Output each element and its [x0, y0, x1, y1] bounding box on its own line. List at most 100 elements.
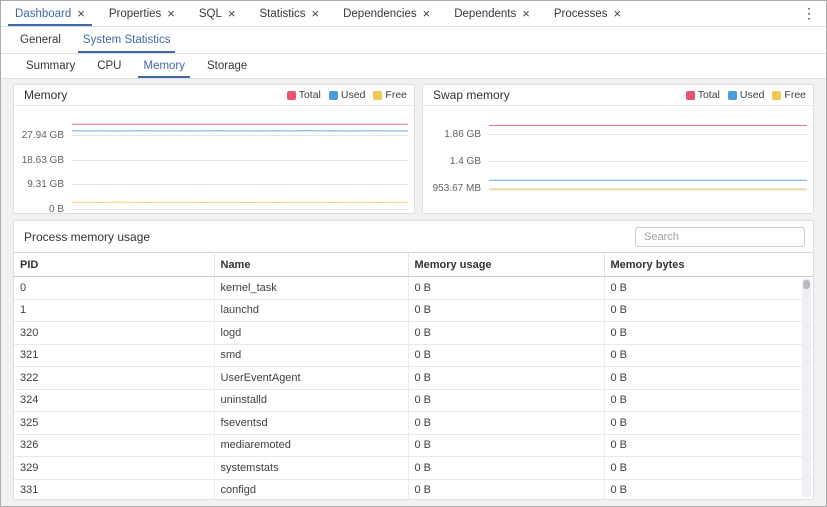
table-cell: 321	[14, 344, 214, 367]
legend-label: Total	[698, 89, 720, 101]
tab-processes[interactable]: Processes×	[542, 1, 633, 26]
tab-system-statistics[interactable]: System Statistics	[72, 27, 182, 53]
dashboard-content: Memory TotalUsedFree 0 B9.31 GB18.63 GB2…	[1, 79, 826, 500]
legend-label: Used	[341, 89, 366, 101]
table-cell: logd	[214, 322, 408, 345]
close-icon[interactable]: ×	[228, 7, 236, 20]
table-row[interactable]: 329systemstats0 B0 B	[14, 457, 813, 480]
table-cell: 0 B	[604, 479, 813, 500]
table-scrollbar[interactable]	[802, 278, 811, 497]
table-cell: uninstalld	[214, 389, 408, 412]
table-cell: 331	[14, 479, 214, 500]
table-row[interactable]: 324uninstalld0 B0 B	[14, 389, 813, 412]
column-header-pid[interactable]: PID	[14, 253, 214, 277]
legend-swatch-icon	[373, 91, 382, 100]
swap-chart-title: Swap memory	[433, 88, 510, 102]
table-cell: 0 B	[604, 434, 813, 457]
table-row[interactable]: 322UserEventAgent0 B0 B	[14, 367, 813, 390]
y-axis-tick-label: 0 B	[14, 205, 64, 215]
table-cell: configd	[214, 479, 408, 500]
memory-chart-legend: Total Used Free	[287, 89, 407, 101]
table-cell: 0 B	[408, 457, 604, 480]
table-cell: smd	[214, 344, 408, 367]
legend-item-used: Used	[728, 89, 765, 101]
table-row[interactable]: 320logd0 B0 B	[14, 322, 813, 345]
legend-swatch-icon	[772, 91, 781, 100]
y-axis-tick-label: 27.94 GB	[14, 131, 64, 141]
table-row[interactable]: 326mediaremoted0 B0 B	[14, 434, 813, 457]
table-cell: 0 B	[408, 344, 604, 367]
tab-label: Dependents	[454, 8, 516, 20]
table-cell: 0 B	[604, 277, 813, 300]
tab-general[interactable]: General	[9, 27, 72, 53]
swap-chart-header: Swap memory Total Used Free	[423, 85, 813, 106]
process-memory-table: PIDNameMemory usageMemory bytes 0kernel_…	[14, 252, 813, 500]
table-cell: 0 B	[604, 322, 813, 345]
search-input[interactable]	[635, 227, 805, 247]
legend-item-total: Total	[686, 89, 720, 101]
tab-label: Properties	[109, 8, 161, 20]
legend-label: Used	[740, 89, 765, 101]
close-icon[interactable]: ×	[167, 7, 175, 20]
dashboard-section-tab-bar: GeneralSystem Statistics	[1, 27, 826, 54]
table-cell: 325	[14, 412, 214, 435]
table-cell: systemstats	[214, 457, 408, 480]
process-memory-topbar: Process memory usage	[14, 221, 813, 252]
tab-memory[interactable]: Memory	[132, 54, 196, 78]
close-icon[interactable]: ×	[77, 7, 85, 20]
table-row[interactable]: 325fseventsd0 B0 B	[14, 412, 813, 435]
column-header-memory-usage[interactable]: Memory usage	[408, 253, 604, 277]
legend-swatch-icon	[329, 91, 338, 100]
charts-row: Memory TotalUsedFree 0 B9.31 GB18.63 GB2…	[13, 84, 814, 214]
document-tab-bar: Dashboard×Properties×SQL×Statistics×Depe…	[1, 1, 826, 27]
table-cell: 0	[14, 277, 214, 300]
table-cell: 0 B	[408, 277, 604, 300]
close-icon[interactable]: ×	[614, 7, 622, 20]
table-cell: 0 B	[604, 389, 813, 412]
table-row[interactable]: 321smd0 B0 B	[14, 344, 813, 367]
process-memory-title: Process memory usage	[24, 230, 150, 244]
table-cell: 0 B	[408, 434, 604, 457]
tab-summary[interactable]: Summary	[15, 54, 86, 78]
table-scrollbar-thumb[interactable]	[803, 280, 810, 289]
table-cell: 320	[14, 322, 214, 345]
table-cell: UserEventAgent	[214, 367, 408, 390]
y-axis-tick-label: 1.4 GB	[423, 157, 481, 167]
tab-dashboard[interactable]: Dashboard×	[3, 1, 97, 26]
swap-chart-panel: Swap memory Total Used Free 953.67 MB 1.4 G…	[422, 84, 814, 214]
legend-item-free: Free	[373, 89, 407, 101]
swap-chart-legend: Total Used Free	[686, 89, 806, 101]
legend-label: Total	[299, 89, 321, 101]
table-row[interactable]: 0kernel_task0 B0 B	[14, 277, 813, 300]
table-cell: 0 B	[408, 389, 604, 412]
table-row[interactable]: 1launchd0 B0 B	[14, 299, 813, 322]
system-statistics-tab-bar: SummaryCPUMemoryStorage	[1, 54, 826, 79]
tab-statistics[interactable]: Statistics×	[247, 1, 331, 26]
close-icon[interactable]: ×	[423, 7, 431, 20]
tab-storage[interactable]: Storage	[196, 54, 258, 78]
y-axis-tick-label: 953.67 MB	[423, 184, 481, 194]
tab-dependencies[interactable]: Dependencies×	[331, 1, 442, 26]
table-row[interactable]: 331configd0 B0 B	[14, 479, 813, 500]
column-header-name[interactable]: Name	[214, 253, 408, 277]
close-icon[interactable]: ×	[312, 7, 320, 20]
column-header-memory-bytes[interactable]: Memory bytes	[604, 253, 813, 277]
memory-chart-title: Memory	[24, 88, 67, 102]
y-axis-tick-label: 18.63 GB	[14, 156, 64, 166]
legend-item-used: Used	[329, 89, 366, 101]
table-cell: 0 B	[604, 412, 813, 435]
close-icon[interactable]: ×	[522, 7, 530, 20]
legend-item-free: Free	[772, 89, 806, 101]
table-cell: 0 B	[604, 457, 813, 480]
kebab-menu-icon[interactable]: ⋮	[792, 1, 826, 26]
legend-item-total: Total	[287, 89, 321, 101]
tab-dependents[interactable]: Dependents ×	[442, 1, 542, 26]
tab-cpu[interactable]: CPU	[86, 54, 132, 78]
table-cell: 0 B	[408, 322, 604, 345]
tab-sql[interactable]: SQL×	[187, 1, 248, 26]
memory-chart-header: Memory Total Used Free	[14, 85, 414, 106]
process-memory-panel: Process memory usage PIDNameMemory usage…	[13, 220, 814, 500]
table-cell: 0 B	[408, 412, 604, 435]
table-cell: 0 B	[604, 367, 813, 390]
tab-properties[interactable]: Properties ×	[97, 1, 187, 26]
